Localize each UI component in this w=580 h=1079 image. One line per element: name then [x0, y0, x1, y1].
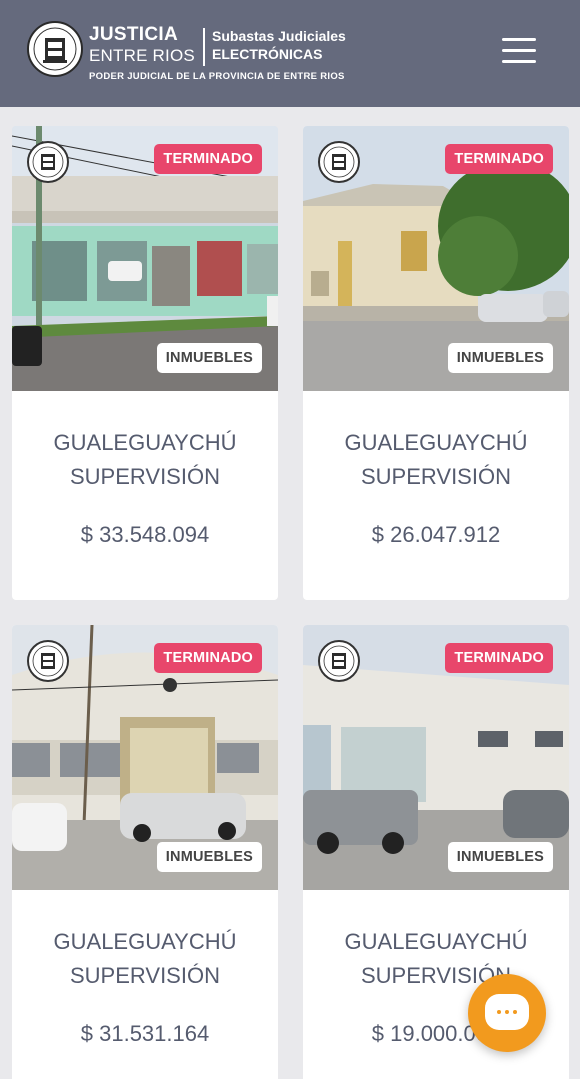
listing-title-line2: SUPERVISIÓN — [70, 464, 220, 489]
listing-title-line1: GUALEGUAYCHÚ — [53, 430, 237, 455]
listing-title-line1: GUALEGUAYCHÚ — [53, 929, 237, 954]
category-badge: INMUEBLES — [156, 343, 262, 373]
listing-price: $ 31.531.164 — [80, 1021, 210, 1046]
listing-title[interactable]: GUALEGUAYCHÚ SUPERVISIÓN — [12, 426, 278, 494]
judicial-seal-icon — [27, 640, 69, 682]
status-badge: TERMINADO — [445, 643, 553, 673]
site-header: JUSTICIA ENTRE RIOS Subastas Judiciales … — [0, 0, 580, 107]
property-photo[interactable]: TERMINADO INMUEBLES — [12, 126, 278, 391]
status-badge: TERMINADO — [154, 144, 262, 174]
category-badge: INMUEBLES — [156, 842, 262, 872]
chat-bubble-icon — [485, 994, 529, 1030]
listing-title-line1: GUALEGUAYCHÚ — [344, 430, 528, 455]
hamburger-menu-icon[interactable] — [498, 34, 538, 68]
listing-title-line1: GUALEGUAYCHÚ — [344, 929, 528, 954]
section-title-line1: Subastas Judiciales — [212, 28, 346, 44]
status-badge: TERMINADO — [154, 643, 262, 673]
listing-title[interactable]: GUALEGUAYCHÚ SUPERVISIÓN — [12, 925, 278, 993]
category-badge: INMUEBLES — [447, 343, 553, 373]
section-title-line2: ELECTRÓNICAS — [212, 46, 323, 62]
brand-divider — [203, 28, 205, 66]
listing-title-line2: SUPERVISIÓN — [70, 963, 220, 988]
listing-card[interactable]: TERMINADO INMUEBLES GUALEGUAYCHÚ SUPERVI… — [12, 625, 278, 1079]
seal-emblem-icon — [33, 27, 77, 71]
listing-price: $ 26.047.912 — [371, 522, 501, 547]
brand-title: JUSTICIA — [89, 24, 178, 45]
brand-subtitle: ENTRE RIOS — [89, 46, 195, 65]
category-badge: INMUEBLES — [447, 842, 553, 872]
status-badge: TERMINADO — [445, 144, 553, 174]
judicial-seal-logo[interactable] — [27, 21, 83, 77]
chat-button[interactable] — [468, 974, 546, 1052]
brand-tagline: PODER JUDICIAL DE LA PROVINCIA DE ENTRE … — [89, 71, 345, 82]
listing-card[interactable]: TERMINADO INMUEBLES GUALEGUAYCHÚ SUPERVI… — [303, 126, 569, 600]
listing-title-line2: SUPERVISIÓN — [361, 464, 511, 489]
listing-card[interactable]: TERMINADO INMUEBLES GUALEGUAYCHÚ SUPERVI… — [12, 126, 278, 600]
property-photo[interactable]: TERMINADO INMUEBLES — [12, 625, 278, 890]
judicial-seal-icon — [318, 141, 360, 183]
listing-price: $ 33.548.094 — [80, 522, 210, 547]
property-photo[interactable]: TERMINADO INMUEBLES — [303, 625, 569, 890]
judicial-seal-icon — [27, 141, 69, 183]
property-photo[interactable]: TERMINADO INMUEBLES — [303, 126, 569, 391]
judicial-seal-icon — [318, 640, 360, 682]
listing-title[interactable]: GUALEGUAYCHÚ SUPERVISIÓN — [303, 426, 569, 494]
